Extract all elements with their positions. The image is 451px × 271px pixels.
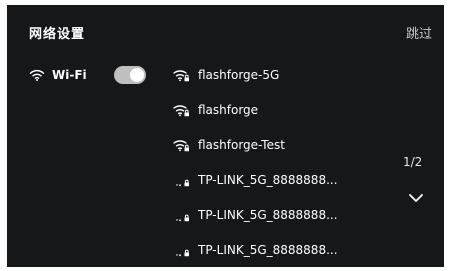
network-name: flashforge-Test	[198, 137, 285, 152]
chevron-down-icon[interactable]	[408, 193, 424, 203]
network-name: TP-LINK_5G_8888888...	[198, 172, 338, 187]
network-item[interactable]: flashforge-Test	[172, 127, 372, 162]
toggle-knob	[130, 68, 144, 82]
network-item[interactable]: flashforge-5G	[172, 57, 372, 92]
wifi-weak-signal-icon	[176, 179, 189, 186]
page-title: 网络设置	[29, 27, 86, 42]
wifi-signal-icon	[173, 69, 189, 81]
wifi-weak-signal-icon	[176, 249, 189, 256]
network-name: flashforge-5G	[198, 67, 280, 82]
network-settings-screen: 网络设置 跳过 Wi-Fi flashforge-5G flashforge f…	[7, 5, 444, 267]
wifi-label: Wi-Fi	[52, 68, 87, 82]
skip-button[interactable]: 跳过	[406, 23, 432, 42]
wifi-weak-signal-icon	[176, 214, 189, 221]
network-name: flashforge	[198, 102, 259, 117]
page-indicator: 1/2	[403, 155, 423, 169]
network-name: TP-LINK_5G_8888888...	[198, 207, 338, 222]
wifi-setting-row: Wi-Fi	[29, 67, 87, 83]
wifi-signal-icon	[173, 139, 189, 151]
network-name: TP-LINK_5G_8888888...	[198, 242, 338, 257]
network-item[interactable]: TP-LINK_5G_8888888...	[172, 197, 372, 232]
wifi-signal-icon	[173, 104, 189, 116]
wifi-icon	[29, 69, 45, 81]
network-item[interactable]: TP-LINK_5G_8888888...	[172, 232, 372, 267]
network-item[interactable]: flashforge	[172, 92, 372, 127]
network-list: flashforge-5G flashforge flashforge-Test…	[172, 57, 372, 267]
wifi-toggle[interactable]	[114, 66, 146, 84]
network-item[interactable]: TP-LINK_5G_8888888...	[172, 162, 372, 197]
